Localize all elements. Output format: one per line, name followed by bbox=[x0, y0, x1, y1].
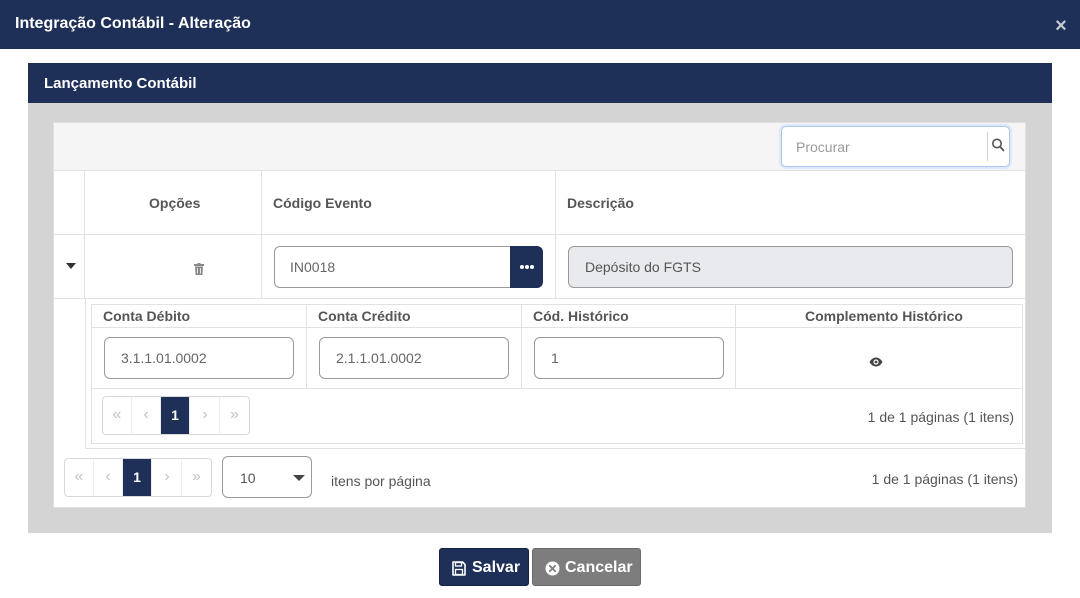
last-page-button[interactable]: » bbox=[182, 459, 211, 496]
save-button-label: Salvar bbox=[472, 559, 521, 576]
caret-down-icon[interactable] bbox=[66, 263, 76, 269]
conta-credito-cell: 2.1.1.01.0002 bbox=[307, 328, 522, 389]
grid-header-row: Opções Código Evento Descrição bbox=[54, 171, 1025, 235]
next-page-button[interactable]: › bbox=[191, 397, 220, 434]
page-size-select[interactable]: 10 bbox=[222, 456, 312, 498]
column-header-label: Complemento Histórico bbox=[805, 308, 963, 324]
modal-title: Integração Contábil - Alteração bbox=[15, 15, 251, 32]
search-icon[interactable] bbox=[991, 137, 1007, 155]
column-header-label: Conta Débito bbox=[103, 308, 191, 324]
grid-pager: « ‹ 1 › » bbox=[64, 458, 212, 497]
column-header-label: Cód. Histórico bbox=[533, 308, 629, 324]
last-page-button[interactable]: » bbox=[220, 397, 249, 434]
column-header-complemento-historico[interactable]: Complemento Histórico bbox=[736, 305, 1022, 328]
detail-row: Conta Débito Conta Crédito Cód. Históric… bbox=[85, 299, 1025, 449]
column-header-label: Opções bbox=[149, 195, 201, 211]
detail-pager: « ‹ 1 › » bbox=[102, 396, 250, 435]
table-row: IN0018 Depósito do FGTS bbox=[54, 235, 1025, 299]
column-header-label: Conta Crédito bbox=[318, 308, 411, 324]
save-button[interactable]: Salvar bbox=[439, 548, 529, 586]
trash-icon[interactable] bbox=[194, 262, 204, 280]
cancel-button-label: Cancelar bbox=[565, 559, 633, 576]
search-separator bbox=[987, 132, 988, 161]
prev-page-button[interactable]: ‹ bbox=[132, 397, 161, 434]
column-header-cod-historico[interactable]: Cód. Histórico bbox=[522, 305, 736, 328]
search-box bbox=[781, 126, 1010, 167]
panel-header: Lançamento Contábil bbox=[28, 63, 1052, 103]
per-page-label: itens por página bbox=[331, 473, 431, 489]
column-header-label: Descrição bbox=[567, 195, 634, 211]
page-1-button[interactable]: 1 bbox=[161, 397, 190, 434]
prev-page-button[interactable]: ‹ bbox=[94, 459, 123, 496]
detail-grid: Conta Débito Conta Crédito Cód. Históric… bbox=[91, 304, 1023, 444]
descricao-field: Depósito do FGTS bbox=[568, 246, 1013, 288]
expand-column-header bbox=[54, 171, 85, 234]
conta-credito-input[interactable]: 2.1.1.01.0002 bbox=[319, 337, 509, 379]
page-1-button[interactable]: 1 bbox=[123, 459, 152, 496]
chevron-down-icon bbox=[293, 475, 305, 481]
conta-debito-input[interactable]: 3.1.1.01.0002 bbox=[104, 337, 294, 379]
column-header-opcoes[interactable]: Opções bbox=[85, 171, 262, 234]
grid-toolbar bbox=[54, 123, 1025, 171]
lancamento-grid: Opções Código Evento Descrição bbox=[53, 122, 1026, 508]
floppy-disk-icon bbox=[452, 561, 466, 576]
eye-icon[interactable] bbox=[869, 354, 883, 372]
grid-pager-info: 1 de 1 páginas (1 itens) bbox=[871, 471, 1018, 487]
first-page-button[interactable]: « bbox=[65, 459, 94, 496]
column-header-codigo-evento[interactable]: Código Evento bbox=[262, 171, 556, 234]
codigo-evento-cell: IN0018 bbox=[262, 235, 556, 298]
column-header-descricao[interactable]: Descrição bbox=[556, 171, 1025, 234]
close-button[interactable]: × bbox=[1052, 15, 1070, 37]
modal-header: Integração Contábil - Alteração × bbox=[0, 0, 1080, 49]
search-input[interactable] bbox=[796, 138, 981, 156]
column-header-conta-credito[interactable]: Conta Crédito bbox=[307, 305, 522, 328]
conta-debito-cell: 3.1.1.01.0002 bbox=[92, 328, 307, 389]
next-page-button[interactable]: › bbox=[153, 459, 182, 496]
expand-cell bbox=[54, 235, 85, 298]
cod-historico-cell: 1 bbox=[522, 328, 736, 389]
first-page-button[interactable]: « bbox=[103, 397, 132, 434]
lookup-button[interactable] bbox=[510, 246, 543, 288]
cod-historico-input[interactable]: 1 bbox=[534, 337, 724, 379]
panel-title: Lançamento Contábil bbox=[44, 75, 197, 92]
codigo-evento-input[interactable]: IN0018 bbox=[274, 246, 511, 288]
options-cell bbox=[85, 235, 262, 298]
cancel-button[interactable]: Cancelar bbox=[532, 548, 641, 586]
descricao-cell: Depósito do FGTS bbox=[556, 235, 1025, 298]
column-header-label: Código Evento bbox=[273, 195, 372, 211]
detail-pager-info: 1 de 1 páginas (1 itens) bbox=[867, 409, 1014, 425]
cancel-circle-icon bbox=[545, 561, 560, 576]
page-size-value: 10 bbox=[240, 470, 256, 486]
complemento-historico-cell bbox=[736, 328, 1022, 389]
column-header-conta-debito[interactable]: Conta Débito bbox=[92, 305, 307, 328]
